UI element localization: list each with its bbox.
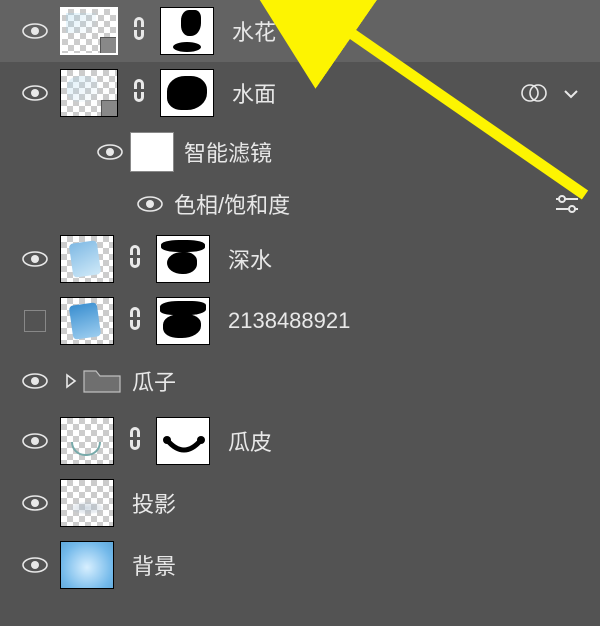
- visibility-toggle[interactable]: [10, 310, 60, 332]
- link-icon[interactable]: [126, 73, 152, 113]
- layer-name[interactable]: 瓜皮: [228, 425, 272, 457]
- visibility-toggle[interactable]: [10, 251, 60, 267]
- eye-icon: [22, 373, 48, 389]
- filter-name[interactable]: 色相/饱和度: [174, 188, 290, 220]
- layer-name[interactable]: 水面: [232, 77, 276, 109]
- layers-panel: 水花 水面: [0, 0, 600, 596]
- layer-thumbnail[interactable]: [60, 479, 114, 527]
- smart-filter-group[interactable]: 智能滤镜: [0, 124, 600, 180]
- layer-mask[interactable]: [156, 235, 210, 283]
- layer-name[interactable]: 水花: [232, 15, 276, 47]
- layer-thumbnail[interactable]: [60, 7, 118, 55]
- eye-icon: [22, 557, 48, 573]
- layer-row-numeric[interactable]: 2138488921: [0, 290, 600, 352]
- layer-mask[interactable]: [160, 69, 214, 117]
- visibility-toggle[interactable]: [10, 495, 60, 511]
- visibility-toggle[interactable]: [10, 23, 60, 39]
- layer-thumbnail[interactable]: [60, 235, 114, 283]
- layer-name[interactable]: 深水: [228, 243, 272, 275]
- layer-name[interactable]: 背景: [132, 549, 176, 581]
- visibility-toggle[interactable]: [10, 433, 60, 449]
- layer-content: 投影: [60, 479, 600, 527]
- blend-mode-icon[interactable]: [520, 82, 548, 104]
- layer-row-surface[interactable]: 水面: [0, 62, 600, 124]
- layer-content: 2138488921: [60, 297, 600, 345]
- layer-group-seeds[interactable]: 瓜子: [0, 352, 600, 410]
- layer-content: 背景: [60, 541, 600, 589]
- layer-thumbnail[interactable]: [60, 69, 118, 117]
- link-icon[interactable]: [122, 301, 148, 341]
- layer-content: 瓜皮: [60, 417, 600, 465]
- layer-name[interactable]: 2138488921: [228, 308, 350, 334]
- layer-mask[interactable]: [156, 297, 210, 345]
- layer-content: 水花: [60, 7, 600, 55]
- eye-icon: [97, 144, 123, 160]
- eye-icon: [137, 196, 163, 212]
- layer-name[interactable]: 瓜子: [132, 365, 176, 397]
- expand-chevron-icon[interactable]: [60, 370, 82, 392]
- eye-icon: [22, 23, 48, 39]
- visibility-toggle[interactable]: [10, 557, 60, 573]
- layer-thumbnail[interactable]: [60, 297, 114, 345]
- smart-object-badge: [101, 100, 117, 116]
- visibility-off-icon: [24, 310, 46, 332]
- visibility-toggle[interactable]: [10, 85, 60, 101]
- filter-settings-icon[interactable]: [554, 194, 580, 214]
- layer-name[interactable]: 投影: [132, 487, 176, 519]
- eye-icon: [22, 433, 48, 449]
- filter-mask-thumbnail[interactable]: [130, 132, 174, 172]
- eye-icon: [22, 85, 48, 101]
- smart-object-badge: [100, 37, 116, 53]
- layer-row-rind[interactable]: 瓜皮: [0, 410, 600, 472]
- eye-icon: [22, 251, 48, 267]
- link-icon[interactable]: [122, 421, 148, 461]
- smart-filter-item[interactable]: 色相/饱和度: [0, 180, 600, 228]
- layer-mask[interactable]: [160, 7, 214, 55]
- layer-row-shadow[interactable]: 投影: [0, 472, 600, 534]
- eye-icon: [22, 495, 48, 511]
- visibility-toggle[interactable]: [10, 373, 60, 389]
- filter-group-label: 智能滤镜: [184, 136, 272, 168]
- layer-content: 深水: [60, 235, 600, 283]
- layer-content: 水面: [60, 69, 600, 117]
- layer-thumbnail[interactable]: [60, 541, 114, 589]
- layer-thumbnail[interactable]: [60, 417, 114, 465]
- visibility-toggle[interactable]: [130, 196, 170, 212]
- layer-row-splash[interactable]: 水花: [0, 0, 600, 62]
- layer-row-background[interactable]: 背景: [0, 534, 600, 596]
- folder-icon: [82, 366, 122, 396]
- layer-row-deepwater[interactable]: 深水: [0, 228, 600, 290]
- layer-mask[interactable]: [156, 417, 210, 465]
- link-icon[interactable]: [126, 11, 152, 51]
- collapse-chevron-icon[interactable]: [562, 84, 580, 102]
- visibility-toggle[interactable]: [90, 144, 130, 160]
- link-icon[interactable]: [122, 239, 148, 279]
